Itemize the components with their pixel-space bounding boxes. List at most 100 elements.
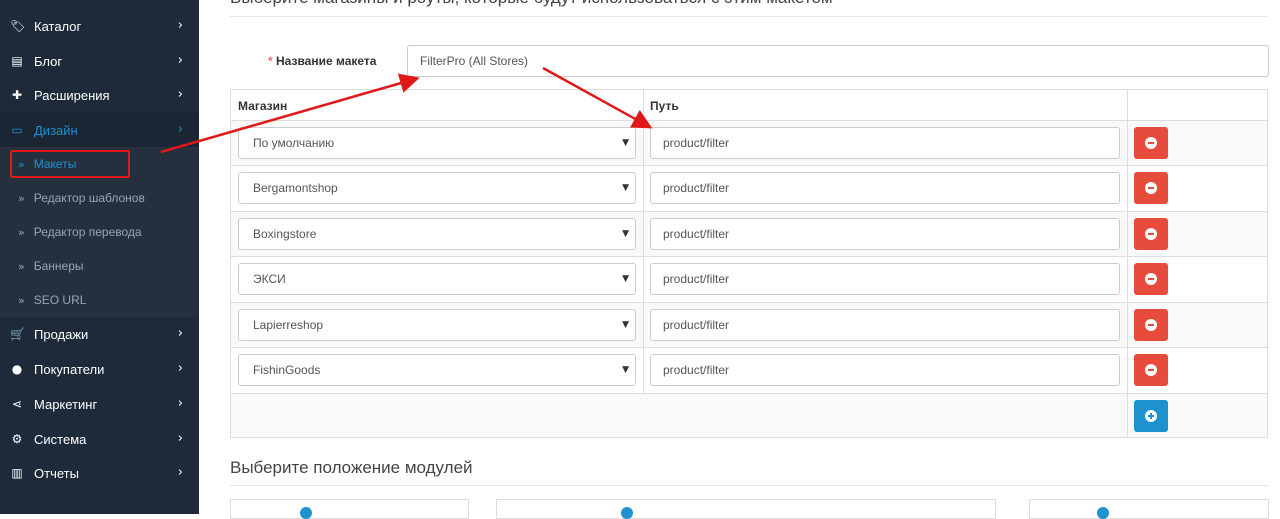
store-select[interactable]: Boxingstore ▼ [238, 218, 636, 250]
module-panel-right [1029, 499, 1269, 519]
caret-down-icon: ▼ [622, 274, 629, 284]
double-chevron-icon: » [18, 225, 25, 239]
sidebar-item-label: Дизайн [34, 122, 78, 138]
required-mark: * [268, 54, 273, 68]
row-divider [231, 256, 1267, 257]
user-icon: ● [11, 362, 23, 376]
route-input[interactable]: product/filter [650, 263, 1120, 295]
store-select[interactable]: По умолчанию ▼ [238, 127, 636, 159]
caret-down-icon: ▼ [622, 138, 629, 148]
store-select-value: Lapierreshop [253, 318, 324, 332]
minus-circle-icon [1145, 137, 1157, 149]
route-input[interactable]: product/filter [650, 127, 1120, 159]
layout-name-label-text: Название макета [276, 54, 377, 68]
sidebar-subitem-label: SEO URL [33, 293, 87, 307]
divider [230, 16, 1268, 17]
store-select[interactable]: Lapierreshop ▼ [238, 309, 636, 341]
divider [230, 485, 1268, 486]
store-select-value: Bergamontshop [253, 181, 338, 195]
route-input[interactable]: product/filter [650, 309, 1120, 341]
route-input[interactable]: product/filter [650, 218, 1120, 250]
info-icon [300, 507, 312, 519]
chevron-right-icon: › [177, 53, 183, 68]
route-input[interactable]: product/filter [650, 354, 1120, 386]
column-header-route: Путь [650, 99, 679, 113]
column-divider [643, 90, 644, 393]
store-select[interactable]: FishinGoods ▼ [238, 354, 636, 386]
chevron-right-icon: › [177, 326, 183, 341]
row-divider [231, 347, 1267, 348]
sidebar-subitem-label: Редактор шаблонов [33, 191, 145, 205]
annotation-highlight-box [10, 150, 130, 178]
remove-row-button[interactable] [1134, 263, 1168, 295]
sidebar-item-label: Продажи [34, 326, 89, 342]
caret-down-icon: ▼ [622, 365, 629, 375]
book-icon: ▤ [11, 54, 23, 68]
monitor-icon: ▭ [11, 123, 23, 137]
store-select-value: По умолчанию [253, 136, 335, 150]
minus-circle-icon [1145, 228, 1157, 240]
minus-circle-icon [1145, 319, 1157, 331]
sidebar-subitem-seo-url[interactable]: » SEO URL [0, 283, 199, 317]
remove-row-button[interactable] [1134, 309, 1168, 341]
sidebar-item-sales[interactable]: 🛒 Продажи › [0, 317, 199, 351]
chevron-right-icon: › [177, 361, 183, 376]
caret-down-icon: ▼ [622, 320, 629, 330]
sidebar-item-label: Отчеты [34, 465, 79, 481]
sidebar-item-label: Блог [34, 53, 63, 69]
remove-row-button[interactable] [1134, 172, 1168, 204]
cart-icon: 🛒 [10, 327, 25, 341]
store-select-value: ЭКСИ [253, 272, 286, 286]
info-icon [621, 507, 633, 519]
sidebar-item-marketing[interactable]: ⋖ Маркетинг › [0, 387, 199, 421]
plus-circle-icon [1145, 410, 1157, 422]
row-divider [231, 211, 1267, 212]
sidebar-item-system[interactable]: ⚙ Система › [0, 422, 199, 456]
double-chevron-icon: » [18, 259, 25, 273]
row-divider [231, 165, 1267, 166]
chevron-right-icon: › [177, 18, 183, 33]
chevron-right-icon: › [177, 396, 183, 411]
column-header-store: Магазин [238, 99, 288, 113]
remove-row-button[interactable] [1134, 218, 1168, 250]
sidebar-item-label: Расширения [34, 87, 110, 103]
gear-icon: ⚙ [11, 432, 23, 446]
bar-chart-icon: ▥ [11, 466, 23, 480]
sidebar-item-catalog[interactable]: 🏷 Каталог › [0, 9, 199, 43]
chevron-right-icon: › [177, 87, 183, 102]
store-route-table: Магазин Путь По умолчанию ▼ product/filt… [230, 89, 1268, 438]
sidebar-item-label: Система [34, 431, 87, 447]
module-panel-center [496, 499, 996, 519]
remove-row-button[interactable] [1134, 354, 1168, 386]
route-input[interactable]: product/filter [650, 172, 1120, 204]
store-select-value: Boxingstore [253, 227, 317, 241]
sidebar-item-reports[interactable]: ▥ Отчеты › [0, 456, 199, 490]
table-row-bg [231, 393, 1267, 437]
sidebar-item-customers[interactable]: ● Покупатели › [0, 352, 199, 386]
layout-name-input[interactable]: FilterPro (All Stores) [407, 45, 1269, 77]
sidebar-item-design[interactable]: ▭ Дизайн › [0, 113, 199, 147]
sidebar-subitem-theme-editor[interactable]: » Редактор шаблонов [0, 181, 199, 215]
sidebar: 🏷 Каталог › ▤ Блог › ✚ Расширения › ▭ Ди… [0, 0, 199, 514]
minus-circle-icon [1145, 364, 1157, 376]
minus-circle-icon [1145, 182, 1157, 194]
add-route-button[interactable] [1134, 400, 1168, 432]
chevron-right-icon: › [177, 122, 183, 137]
store-select[interactable]: ЭКСИ ▼ [238, 263, 636, 295]
section-heading-stores-routes: Выберите магазины и роуты, которые будут… [230, 0, 833, 8]
tag-icon: 🏷 [10, 19, 26, 33]
remove-row-button[interactable] [1134, 127, 1168, 159]
section-heading-module-positions: Выберите положение модулей [230, 458, 473, 477]
row-divider [231, 120, 1267, 121]
sidebar-item-blog[interactable]: ▤ Блог › [0, 44, 199, 78]
info-icon [1097, 507, 1109, 519]
column-divider [1127, 90, 1128, 437]
module-panel-left [230, 499, 469, 519]
sidebar-item-extensions[interactable]: ✚ Расширения › [0, 78, 199, 112]
chevron-right-icon: › [177, 431, 183, 446]
sidebar-subitem-banners[interactable]: » Баннеры [0, 249, 199, 283]
sidebar-subitem-translation-editor[interactable]: » Редактор перевода [0, 215, 199, 249]
row-divider [231, 393, 1267, 394]
sidebar-subitem-label: Редактор перевода [33, 225, 142, 239]
store-select[interactable]: Bergamontshop ▼ [238, 172, 636, 204]
